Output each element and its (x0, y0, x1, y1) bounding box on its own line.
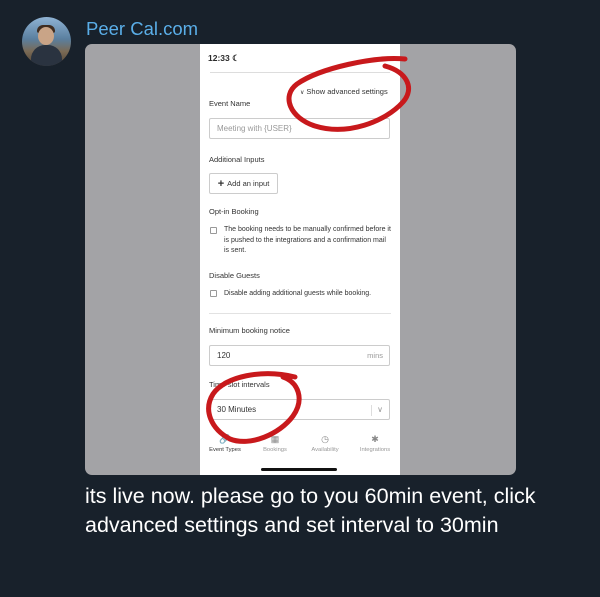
event-name-input[interactable]: Meeting with {USER} (209, 118, 390, 139)
disable-guests-label: Disable Guests (209, 271, 260, 280)
minimum-booking-notice-value: 120 (217, 351, 231, 360)
home-indicator (261, 468, 337, 471)
avatar-face (38, 27, 54, 45)
show-advanced-settings-link[interactable]: ∨ Show advanced settings (300, 87, 388, 96)
link-icon: 🔗 (219, 434, 231, 444)
calendar-icon: ▦ (270, 434, 280, 444)
status-bar-time: 12:33 ☾ (208, 53, 240, 63)
attached-screenshot[interactable]: 12:33 ☾ ∨ Show advanced settings Event Na… (85, 44, 516, 475)
opt-in-booking-label: Opt-in Booking (209, 207, 259, 216)
minimum-booking-notice-label: Minimum booking notice (209, 326, 290, 335)
event-name-label: Event Name (209, 99, 251, 108)
opt-in-booking-checkbox[interactable] (210, 227, 217, 234)
top-divider (210, 72, 390, 73)
time-slot-intervals-label: Time-slot intervals (209, 380, 270, 389)
moon-icon: ☾ (232, 53, 240, 63)
add-input-button[interactable]: + Add an input (209, 173, 278, 194)
time-slot-intervals-value: 30 Minutes (217, 405, 257, 414)
sender-name[interactable]: Peer Cal.com (86, 18, 198, 40)
minimum-booking-notice-unit: mins (367, 351, 383, 360)
tab-bookings[interactable]: ▦ Bookings (250, 434, 300, 453)
disable-guests-checkbox[interactable] (210, 290, 217, 297)
disable-guests-description: Disable adding additional guests while b… (224, 290, 372, 297)
chevron-down-icon: ∨ (377, 405, 383, 414)
additional-inputs-label: Additional Inputs (209, 155, 265, 164)
avatar-body (31, 45, 62, 66)
section-divider (209, 313, 391, 314)
tab-availability[interactable]: ◷ Availability (300, 434, 350, 453)
avatar[interactable] (22, 17, 71, 66)
puzzle-icon: ✱ (371, 434, 379, 444)
phone-screen: 12:33 ☾ ∨ Show advanced settings Event Na… (200, 44, 400, 475)
plus-icon: + (217, 178, 225, 190)
tab-event-types[interactable]: 🔗 Event Types (200, 434, 250, 453)
clock-icon: ◷ (321, 434, 329, 444)
minimum-booking-notice-input[interactable]: 120 mins (209, 345, 390, 366)
select-separator (371, 405, 372, 416)
tab-integrations[interactable]: ✱ Integrations (350, 434, 400, 453)
opt-in-booking-description: The booking needs to be manually confirm… (224, 226, 391, 254)
message-text: its live now. please go to you 60min eve… (85, 484, 536, 537)
bottom-tab-bar: 🔗 Event Types ▦ Bookings ◷ Availability … (200, 434, 400, 464)
chevron-down-icon: ∨ (300, 90, 305, 96)
time-slot-intervals-select[interactable]: 30 Minutes ∨ (209, 399, 390, 420)
